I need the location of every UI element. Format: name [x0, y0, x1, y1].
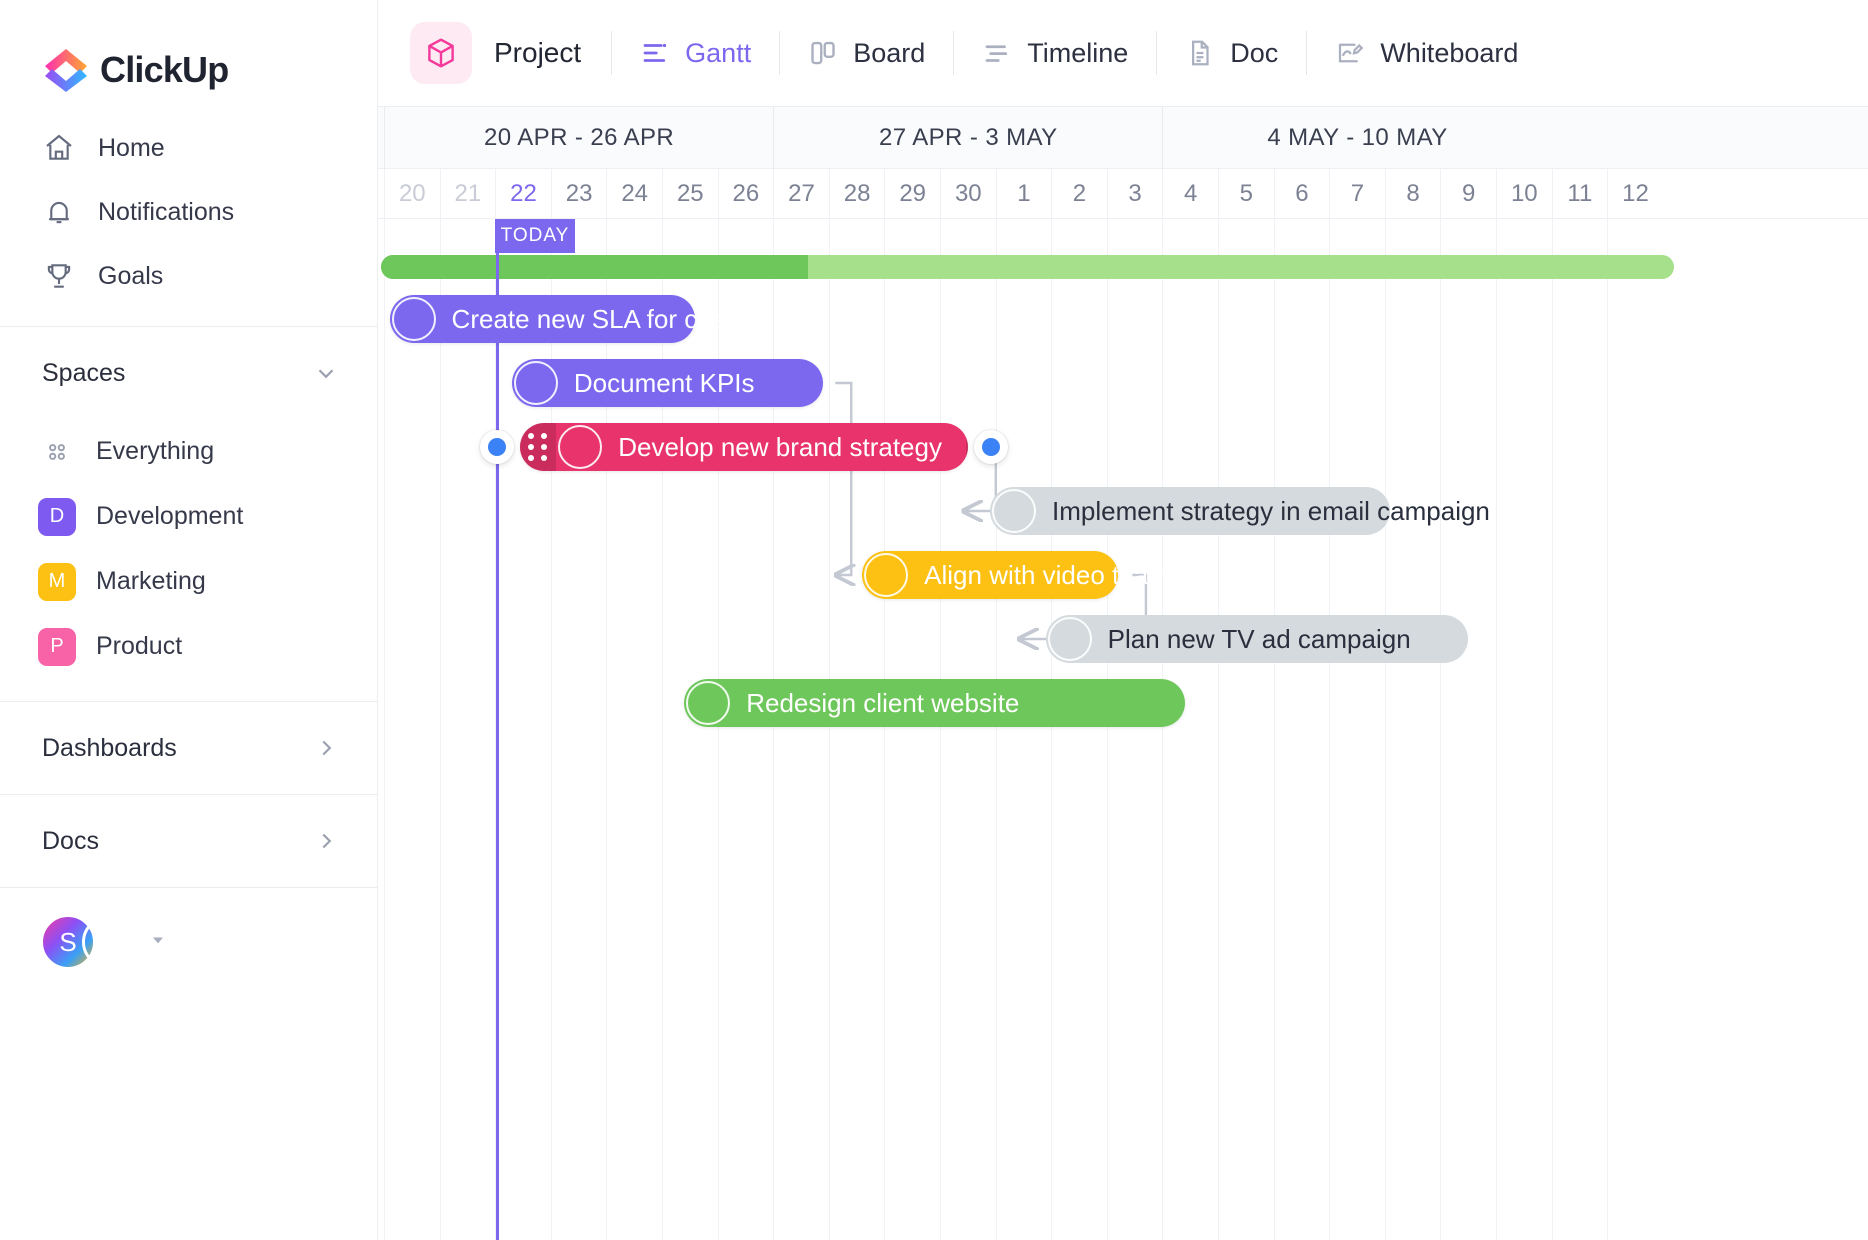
gantt-task-bar[interactable]: Redesign client website [684, 679, 1184, 727]
gantt-task-bar[interactable]: Plan new TV ad campaign [1046, 615, 1469, 663]
sidebar-item-dashboards[interactable]: Dashboards [0, 702, 377, 794]
chevron-right-icon[interactable] [313, 735, 339, 761]
dependency-dot-start[interactable] [480, 430, 514, 464]
sidebar-item-everything[interactable]: Everything [0, 419, 377, 484]
clickup-logo[interactable]: ClickUp [0, 0, 377, 100]
workspace-user-switcher[interactable]: S [0, 888, 377, 970]
tab-label: Board [853, 38, 925, 69]
chevron-right-icon[interactable] [313, 828, 339, 854]
spaces-list: Everything D Development M Marketing P P… [0, 419, 377, 679]
gantt-task-bar[interactable]: Develop new brand strategy [520, 423, 968, 471]
task-assignee-avatar[interactable] [558, 425, 602, 469]
task-name: Plan new TV ad campaign [1108, 624, 1435, 655]
board-icon [808, 38, 838, 68]
dependency-connectors [378, 107, 1868, 1240]
tab-label: Whiteboard [1380, 38, 1518, 69]
task-assignee-avatar[interactable] [992, 489, 1036, 533]
sidebar-item-development[interactable]: D Development [0, 484, 377, 549]
chevron-down-icon[interactable] [313, 360, 339, 386]
sidebar-item-notifications[interactable]: Notifications [0, 180, 377, 244]
task-assignee-avatar[interactable] [392, 297, 436, 341]
doc-icon [1185, 38, 1215, 68]
trophy-icon [42, 259, 76, 293]
space-label: Development [96, 502, 243, 531]
task-name: Align with video team [924, 560, 1194, 591]
gantt-chart: 20 APR - 26 APR27 APR - 3 MAY4 MAY - 10 … [378, 107, 1868, 1240]
task-name: Create new SLA for client [452, 304, 769, 335]
sidebar-item-docs[interactable]: Docs [0, 795, 377, 887]
task-assignee-avatar[interactable] [1048, 617, 1092, 661]
task-assignee-avatar[interactable] [514, 361, 558, 405]
grid-dots-icon [38, 433, 76, 471]
gantt-task-bar[interactable]: Implement strategy in email campaign [990, 487, 1390, 535]
avatar[interactable] [82, 916, 134, 968]
tab-board[interactable]: Board [780, 22, 953, 84]
sidebar-item-product[interactable]: P Product [0, 614, 377, 679]
space-badge-development: D [38, 498, 76, 536]
sidebar-item-label: Home [98, 134, 165, 163]
spaces-section-header[interactable]: Spaces [0, 327, 377, 419]
gantt-icon [640, 38, 670, 68]
task-assignee-avatar[interactable] [686, 681, 730, 725]
tab-whiteboard[interactable]: Whiteboard [1307, 22, 1546, 84]
docs-label: Docs [42, 827, 99, 856]
home-icon [42, 131, 76, 165]
tab-gantt[interactable]: Gantt [612, 22, 779, 84]
sidebar-item-marketing[interactable]: M Marketing [0, 549, 377, 614]
sidebar-item-label: Notifications [98, 198, 234, 227]
dashboards-label: Dashboards [42, 734, 177, 763]
whiteboard-icon [1335, 38, 1365, 68]
clickup-wordmark: ClickUp [100, 49, 228, 91]
top-toolbar: Project Gantt Board [378, 0, 1868, 107]
task-name: Document KPIs [574, 368, 779, 399]
task-assignee-avatar[interactable] [864, 553, 908, 597]
sidebar-item-label: Goals [98, 262, 163, 291]
gantt-task-bar[interactable]: Document KPIs [512, 359, 823, 407]
tab-label: Gantt [685, 38, 751, 69]
sidebar: ClickUp Home Notific [0, 0, 378, 1240]
gantt-task-bar[interactable]: Align with video team [862, 551, 1118, 599]
page-title: Project [494, 37, 581, 69]
sidebar-item-goals[interactable]: Goals [0, 244, 377, 308]
timeline-icon [982, 38, 1012, 68]
cube-icon[interactable] [410, 22, 472, 84]
chevron-down-icon[interactable] [148, 930, 168, 955]
space-label: Product [96, 632, 182, 661]
tab-label: Timeline [1027, 38, 1128, 69]
task-name: Implement strategy in email campaign [1052, 496, 1514, 527]
task-name: Develop new brand strategy [618, 432, 966, 463]
space-label: Marketing [96, 567, 206, 596]
tab-label: Doc [1230, 38, 1278, 69]
task-name: Redesign client website [746, 688, 1043, 719]
dependency-dot-end[interactable] [974, 430, 1008, 464]
space-badge-product: P [38, 628, 76, 666]
space-badge-marketing: M [38, 563, 76, 601]
space-label: Everything [96, 437, 214, 466]
gantt-task-bar[interactable]: Create new SLA for client [390, 295, 696, 343]
spaces-label: Spaces [42, 359, 125, 388]
dependency-arrow [835, 383, 851, 575]
clickup-logo-icon [42, 46, 90, 94]
tab-doc[interactable]: Doc [1157, 22, 1306, 84]
bell-icon [42, 195, 76, 229]
tab-timeline[interactable]: Timeline [954, 22, 1156, 84]
primary-nav: Home Notifications [0, 100, 377, 326]
sidebar-item-home[interactable]: Home [0, 116, 377, 180]
